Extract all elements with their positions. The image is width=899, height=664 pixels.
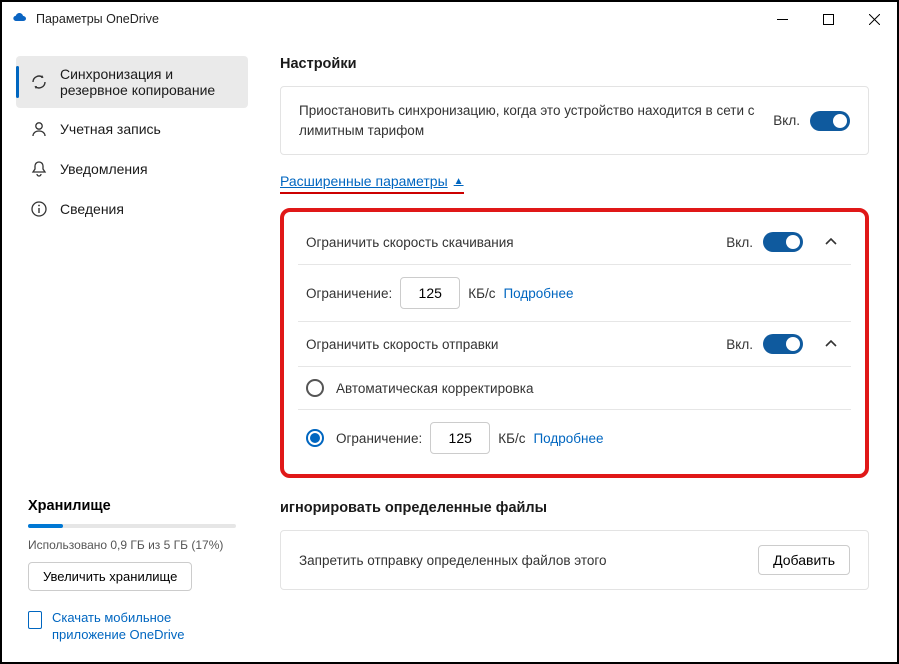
download-limit-value-row: Ограничение: КБ/с Подробнее xyxy=(292,265,857,321)
metered-sync-card: Приостановить синхронизацию, когда это у… xyxy=(280,86,869,155)
download-limit-label: Ограничение: xyxy=(306,286,392,301)
advanced-params-link[interactable]: Расширенные параметры ▲ xyxy=(280,173,464,194)
upload-auto-label: Автоматическая корректировка xyxy=(336,381,533,396)
download-value-input[interactable] xyxy=(400,277,460,309)
sidebar-item-sync[interactable]: Синхронизация и резервное копирование xyxy=(16,56,248,108)
download-limit-row[interactable]: Ограничить скорость скачивания Вкл. xyxy=(292,220,857,264)
metered-toggle[interactable] xyxy=(810,111,850,131)
close-button[interactable] xyxy=(851,2,897,36)
speed-limits-box: Ограничить скорость скачивания Вкл. Огра… xyxy=(280,208,869,478)
account-icon xyxy=(30,120,48,138)
mobile-link-text[interactable]: Скачать мобильное приложение OneDrive xyxy=(52,609,236,644)
phone-icon xyxy=(28,611,42,629)
ignore-title: игнорировать определенные файлы xyxy=(280,500,869,516)
chevron-up-icon xyxy=(825,238,843,246)
bell-icon xyxy=(30,160,48,178)
upload-unit: КБ/с xyxy=(498,431,525,446)
advanced-label: Расширенные параметры xyxy=(280,173,448,189)
metered-state-label: Вкл. xyxy=(773,113,800,128)
sync-icon xyxy=(30,73,48,91)
ignore-card: Запретить отправку определенных файлов э… xyxy=(280,530,869,590)
upload-auto-row[interactable]: Автоматическая корректировка xyxy=(292,367,857,409)
upload-title: Ограничить скорость отправки xyxy=(306,337,726,352)
nav-label: Сведения xyxy=(60,201,124,217)
sidebar: Синхронизация и резервное копирование Уч… xyxy=(2,36,262,662)
sidebar-item-account[interactable]: Учетная запись xyxy=(16,110,248,148)
download-title: Ограничить скорость скачивания xyxy=(306,235,726,250)
settings-title: Настройки xyxy=(280,56,869,72)
nav-label: Уведомления xyxy=(60,161,148,177)
mobile-app-link[interactable]: Скачать мобильное приложение OneDrive xyxy=(28,609,236,662)
titlebar: Параметры OneDrive xyxy=(2,2,897,36)
upload-limit-row[interactable]: Ограничить скорость отправки Вкл. xyxy=(292,322,857,366)
upload-state: Вкл. xyxy=(726,337,753,352)
chevron-up-icon xyxy=(825,340,843,348)
sidebar-item-about[interactable]: Сведения xyxy=(16,190,248,228)
info-icon xyxy=(30,200,48,218)
download-toggle[interactable] xyxy=(763,232,803,252)
minimize-button[interactable] xyxy=(759,2,805,36)
nav-label: Учетная запись xyxy=(60,121,161,137)
upload-value-input[interactable] xyxy=(430,422,490,454)
radio-limit[interactable] xyxy=(306,429,324,447)
sidebar-item-notifications[interactable]: Уведомления xyxy=(16,150,248,188)
maximize-button[interactable] xyxy=(805,2,851,36)
storage-title: Хранилище xyxy=(28,498,236,514)
nav-label: Синхронизация и резервное копирование xyxy=(60,66,234,98)
download-unit: КБ/с xyxy=(468,286,495,301)
ignore-text: Запретить отправку определенных файлов э… xyxy=(299,553,758,568)
onedrive-cloud-icon xyxy=(12,13,28,25)
radio-auto[interactable] xyxy=(306,379,324,397)
upload-limit-value-row[interactable]: Ограничение: КБ/с Подробнее xyxy=(292,410,857,466)
upgrade-storage-button[interactable]: Увеличить хранилище xyxy=(28,562,192,591)
chevron-up-icon: ▲ xyxy=(454,176,464,187)
upload-limit-label: Ограничение: xyxy=(336,431,422,446)
upload-more-link[interactable]: Подробнее xyxy=(533,431,603,446)
main-panel: Настройки Приостановить синхронизацию, к… xyxy=(262,36,897,662)
metered-text: Приостановить синхронизацию, когда это у… xyxy=(299,101,773,140)
download-more-link[interactable]: Подробнее xyxy=(503,286,573,301)
storage-bar xyxy=(28,524,236,528)
window-title: Параметры OneDrive xyxy=(36,12,759,26)
storage-used-text: Использовано 0,9 ГБ из 5 ГБ (17%) xyxy=(28,538,236,552)
upload-toggle[interactable] xyxy=(763,334,803,354)
add-button[interactable]: Добавить xyxy=(758,545,850,575)
download-state: Вкл. xyxy=(726,235,753,250)
